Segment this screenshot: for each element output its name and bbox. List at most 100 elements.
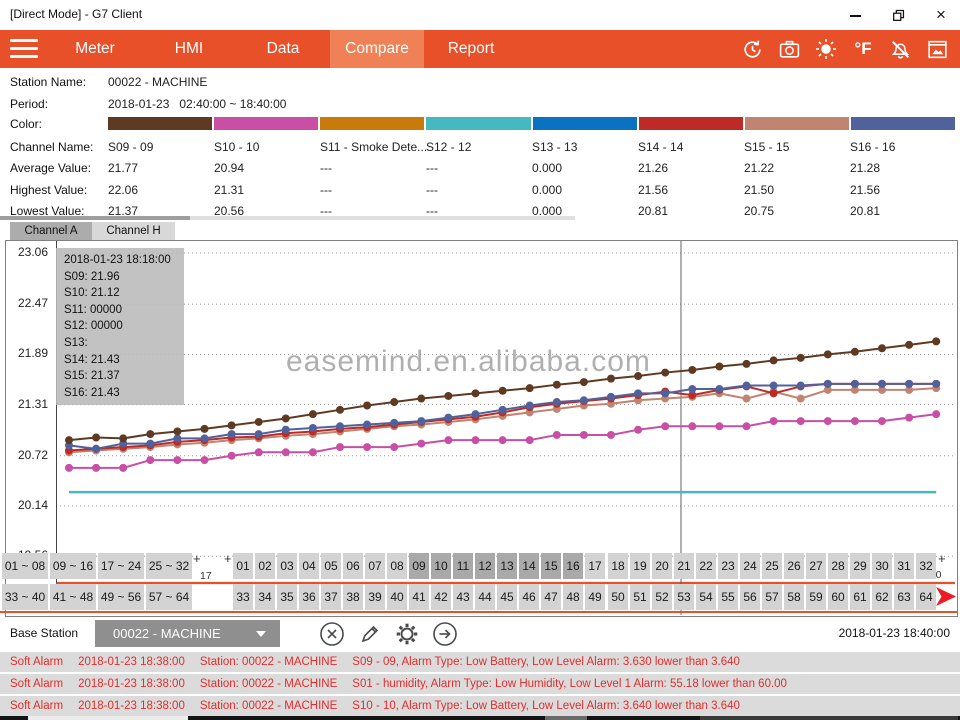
info-horizontal-scrollbar[interactable] <box>0 216 575 220</box>
restore-button[interactable] <box>884 4 914 26</box>
pager-number-button[interactable]: 62 <box>872 584 892 610</box>
pager-number-button[interactable]: 55 <box>718 584 738 610</box>
history-refresh-icon[interactable] <box>739 36 765 62</box>
pager-number-button[interactable]: 11 <box>453 553 473 579</box>
pager-group-button[interactable]: 33 ~ 40 <box>2 584 48 610</box>
nav-item-meter[interactable]: Meter <box>48 30 142 68</box>
pager-number-button[interactable]: 41 <box>409 584 429 610</box>
alarm-row[interactable]: Soft Alarm2018-01-23 18:38:00Station: 00… <box>0 652 960 672</box>
pager-number-button[interactable]: 30 <box>872 553 892 579</box>
close-button[interactable]: × <box>926 4 956 26</box>
pager-number-button[interactable]: 48 <box>563 584 583 610</box>
pager-number-button[interactable]: 29 <box>850 553 870 579</box>
pager-number-button[interactable]: 08 <box>387 553 407 579</box>
go-export-button[interactable] <box>431 620 458 647</box>
pager-number-button[interactable]: 14 <box>519 553 539 579</box>
next-page-arrow[interactable] <box>936 585 957 613</box>
pager-group-button[interactable]: 25 ~ 32 <box>146 553 192 579</box>
pager-number-button[interactable]: 23 <box>718 553 738 579</box>
pager-number-button[interactable]: 32 <box>916 553 936 579</box>
pager-number-button[interactable]: 40 <box>387 584 407 610</box>
pager-number-button[interactable]: 17 <box>585 553 605 579</box>
pager-number-button[interactable]: 59 <box>806 584 826 610</box>
pager-number-button[interactable]: 36 <box>299 584 319 610</box>
tab-channel-a[interactable]: Channel A <box>10 222 92 240</box>
pager-number-button[interactable]: 04 <box>299 553 319 579</box>
pager-number-button[interactable]: 52 <box>652 584 672 610</box>
minimize-button[interactable] <box>840 4 870 26</box>
pager-number-button[interactable]: 60 <box>828 584 848 610</box>
pager-number-button[interactable]: 02 <box>255 553 275 579</box>
alarm-row[interactable]: Soft Alarm2018-01-23 18:38:00Station: 00… <box>0 674 960 694</box>
pager-number-button[interactable]: 58 <box>784 584 804 610</box>
pager-number-button[interactable]: 21 <box>674 553 694 579</box>
pager-number-button[interactable]: 34 <box>255 584 275 610</box>
pager-number-button[interactable]: 03 <box>277 553 297 579</box>
pager-number-button[interactable]: 25 <box>762 553 782 579</box>
pager-number-button[interactable]: 09 <box>409 553 429 579</box>
pager-number-button[interactable]: 31 <box>894 553 914 579</box>
pager-group-button[interactable]: 49 ~ 56 <box>98 584 144 610</box>
pager-number-button[interactable]: 42 <box>431 584 451 610</box>
pager-plus-left[interactable]: + <box>193 551 201 566</box>
pager-number-button[interactable]: 28 <box>828 553 848 579</box>
pager-number-button[interactable]: 54 <box>696 584 716 610</box>
nav-item-data[interactable]: Data <box>236 30 330 68</box>
pager-number-button[interactable]: 06 <box>343 553 363 579</box>
pager-group-button[interactable]: 01 ~ 08 <box>2 553 48 579</box>
pager-number-button[interactable]: 51 <box>630 584 650 610</box>
pager-group-button[interactable]: 17 ~ 24 <box>98 553 144 579</box>
pager-number-button[interactable]: 18 <box>608 553 628 579</box>
pager-number-button[interactable]: 22 <box>696 553 716 579</box>
bottom-scrollbar[interactable] <box>0 716 960 720</box>
bottom-scrollbar-thumb[interactable] <box>28 716 188 720</box>
pager-number-button[interactable]: 07 <box>365 553 385 579</box>
pager-group-button[interactable]: 57 ~ 64 <box>146 584 192 610</box>
pager-number-button[interactable]: 35 <box>277 584 297 610</box>
pager-number-button[interactable]: 56 <box>740 584 760 610</box>
edit-button[interactable] <box>356 620 383 647</box>
pager-number-button[interactable]: 61 <box>850 584 870 610</box>
pager-number-button[interactable]: 50 <box>608 584 628 610</box>
pager-number-button[interactable]: 64 <box>916 584 936 610</box>
pager-number-button[interactable]: 38 <box>343 584 363 610</box>
pager-group-button[interactable]: 41 ~ 48 <box>50 584 96 610</box>
pager-number-button[interactable]: 33 <box>233 584 253 610</box>
tab-channel-h[interactable]: Channel H <box>92 222 175 240</box>
pager-number-button[interactable]: 20 <box>652 553 672 579</box>
pager-number-button[interactable]: 37 <box>321 584 341 610</box>
pager-number-button[interactable]: 15 <box>541 553 561 579</box>
pager-number-button[interactable]: 57 <box>762 584 782 610</box>
pager-number-button[interactable]: 44 <box>475 584 495 610</box>
pager-number-button[interactable]: 05 <box>321 553 341 579</box>
fahrenheit-icon[interactable]: °F <box>850 36 876 62</box>
nav-item-report[interactable]: Report <box>424 30 518 68</box>
alarm-mute-icon[interactable] <box>887 36 913 62</box>
nav-item-hmi[interactable]: HMI <box>142 30 236 68</box>
hamburger-menu-icon[interactable] <box>10 39 38 59</box>
settings-button[interactable] <box>393 620 420 647</box>
pager-number-button[interactable]: 12 <box>475 553 495 579</box>
pager-plus-mid[interactable]: + <box>224 551 232 566</box>
pager-number-button[interactable]: 49 <box>585 584 605 610</box>
cancel-button[interactable] <box>318 620 345 647</box>
pager-number-button[interactable]: 45 <box>497 584 517 610</box>
pager-plus-right[interactable]: + <box>938 551 946 566</box>
pager-number-button[interactable]: 19 <box>630 553 650 579</box>
pager-group-button[interactable]: 09 ~ 16 <box>50 553 96 579</box>
base-station-dropdown[interactable]: 00022 - MACHINE <box>95 620 280 647</box>
pager-number-button[interactable]: 13 <box>497 553 517 579</box>
nav-item-compare[interactable]: Compare <box>330 30 424 68</box>
snapshot-gallery-icon[interactable] <box>924 36 950 62</box>
pager-number-button[interactable]: 01 <box>233 553 253 579</box>
pager-number-button[interactable]: 47 <box>541 584 561 610</box>
camera-icon[interactable] <box>776 36 802 62</box>
pager-number-button[interactable]: 63 <box>894 584 914 610</box>
pager-number-button[interactable]: 27 <box>806 553 826 579</box>
pager-number-button[interactable]: 16 <box>563 553 583 579</box>
scrollbar-thumb[interactable] <box>0 216 190 220</box>
brightness-sun-icon[interactable] <box>813 36 839 62</box>
pager-number-button[interactable]: 26 <box>784 553 804 579</box>
pager-number-button[interactable]: 46 <box>519 584 539 610</box>
pager-number-button[interactable]: 53 <box>674 584 694 610</box>
